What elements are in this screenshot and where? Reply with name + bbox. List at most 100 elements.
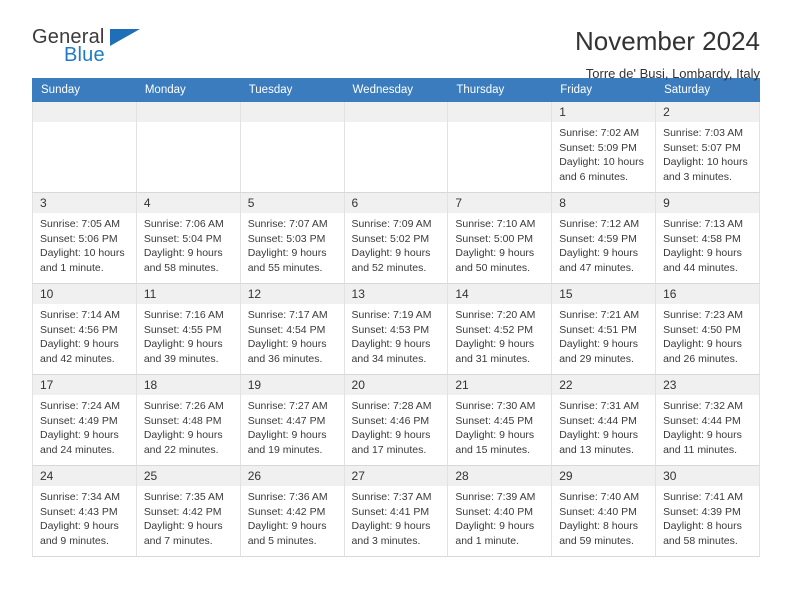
- calendar-day-cell[interactable]: 5 Sunrise: 7:07 AM Sunset: 5:03 PM Daylight…: [239, 192, 345, 284]
- sunset-text: Sunset: 5:04 PM: [143, 232, 222, 245]
- calendar-day-cell[interactable]: 21 Sunrise: 7:30 AM Sunset: 4:45 PM Dayligh…: [447, 374, 553, 466]
- calendar-day-cell[interactable]: 30 Sunrise: 7:41 AM Sunset: 4:39 PM Dayligh…: [655, 465, 760, 557]
- calendar-day-cell[interactable]: 3 Sunrise: 7:05 AM Sunset: 5:06 PM Daylight…: [32, 192, 137, 284]
- daylight-text: Daylight: 9 hours: [663, 429, 742, 441]
- day-details: Sunrise: 7:23 AM Sunset: 4:50 PM Daylight:…: [657, 304, 759, 366]
- sunset-text: Sunset: 4:40 PM: [559, 505, 637, 518]
- calendar-day-cell[interactable]: 13 Sunrise: 7:19 AM Sunset: 4:53 PM Dayligh…: [343, 283, 449, 375]
- sunrise-text: Sunrise: 7:13 AM: [663, 218, 744, 230]
- daylight-text: and 47 minutes.: [559, 261, 634, 274]
- calendar-day-cell[interactable]: 7 Sunrise: 7:10 AM Sunset: 5:00 PM Daylight…: [447, 192, 553, 284]
- daylight-text: Daylight: 8 hours: [663, 520, 742, 532]
- daylight-text: and 3 minutes.: [663, 170, 732, 183]
- day-number: 3: [33, 193, 136, 213]
- sunset-text: Sunset: 4:59 PM: [559, 232, 637, 245]
- calendar-day-cell[interactable]: 23 Sunrise: 7:32 AM Sunset: 4:44 PM Dayligh…: [655, 374, 760, 466]
- day-details: Sunrise: 7:20 AM Sunset: 4:52 PM Daylight:…: [449, 304, 551, 366]
- daylight-text: and 1 minute.: [455, 534, 520, 547]
- day-number: 10: [33, 284, 136, 304]
- calendar-day-cell[interactable]: 28 Sunrise: 7:39 AM Sunset: 4:40 PM Dayligh…: [447, 465, 553, 557]
- sunset-text: Sunset: 4:53 PM: [351, 323, 430, 336]
- calendar-day-cell[interactable]: 6 Sunrise: 7:09 AM Sunset: 5:02 PM Daylight…: [343, 192, 449, 284]
- calendar-day-cell[interactable]: 2 Sunrise: 7:03 AM Sunset: 5:07 PM Daylight…: [655, 101, 760, 193]
- day-number: 9: [656, 193, 759, 213]
- calendar-day-cell[interactable]: 14 Sunrise: 7:20 AM Sunset: 4:52 PM Dayligh…: [447, 283, 553, 375]
- daylight-text: and 6 minutes.: [559, 170, 629, 183]
- title-block: November 2024 Torre de' Busi, Lombardy, …: [575, 26, 760, 83]
- sunrise-text: Sunrise: 7:21 AM: [559, 309, 640, 321]
- daylight-text: Daylight: 9 hours: [455, 520, 535, 532]
- calendar-week-row: 3 Sunrise: 7:05 AM Sunset: 5:06 PM Daylight…: [32, 192, 760, 284]
- day-details: Sunrise: 7:36 AM Sunset: 4:42 PM Daylight:…: [241, 486, 343, 548]
- logo-text-blue: Blue: [64, 44, 105, 66]
- daylight-text: Daylight: 10 hours: [40, 247, 125, 259]
- daylight-text: and 58 minutes.: [663, 534, 738, 547]
- calendar-day-cell[interactable]: 4 Sunrise: 7:06 AM Sunset: 5:04 PM Daylight…: [135, 192, 241, 284]
- day-details: Sunrise: 7:32 AM Sunset: 4:44 PM Daylight:…: [657, 395, 759, 457]
- day-number: 24: [33, 466, 136, 486]
- sunset-text: Sunset: 4:40 PM: [455, 505, 534, 518]
- sunrise-text: Sunrise: 7:19 AM: [351, 309, 432, 321]
- sunset-text: Sunset: 4:44 PM: [663, 414, 741, 427]
- sunrise-text: Sunrise: 7:02 AM: [559, 127, 640, 139]
- weekday-header-monday: Monday: [135, 78, 241, 102]
- daylight-text: Daylight: 9 hours: [351, 520, 431, 532]
- calendar-day-cell[interactable]: 12 Sunrise: 7:17 AM Sunset: 4:54 PM Dayligh…: [239, 283, 345, 375]
- daylight-text: Daylight: 9 hours: [455, 429, 535, 441]
- daylight-text: Daylight: 9 hours: [455, 247, 535, 259]
- day-number: 6: [345, 193, 447, 213]
- day-details: Sunrise: 7:41 AM Sunset: 4:39 PM Daylight:…: [657, 486, 759, 548]
- day-number: 27: [345, 466, 447, 486]
- calendar-cell-empty: [343, 101, 449, 193]
- calendar-day-cell[interactable]: 29 Sunrise: 7:40 AM Sunset: 4:40 PM Dayligh…: [551, 465, 657, 557]
- daylight-text: and 39 minutes.: [143, 352, 219, 365]
- day-details: Sunrise: 7:06 AM Sunset: 5:04 PM Daylight:…: [137, 213, 239, 275]
- calendar-day-cell[interactable]: 8 Sunrise: 7:12 AM Sunset: 4:59 PM Daylight…: [551, 192, 657, 284]
- calendar-page: General Blue November 2024 Torre de' Bus…: [0, 0, 792, 612]
- sunset-text: Sunset: 4:55 PM: [143, 323, 222, 336]
- daylight-text: and 17 minutes.: [351, 443, 427, 456]
- daylight-text: Daylight: 9 hours: [351, 429, 431, 441]
- day-number: 13: [345, 284, 447, 304]
- sunset-text: Sunset: 4:41 PM: [351, 505, 430, 518]
- calendar-day-cell[interactable]: 20 Sunrise: 7:28 AM Sunset: 4:46 PM Dayligh…: [343, 374, 449, 466]
- sunset-text: Sunset: 4:54 PM: [247, 323, 326, 336]
- sunset-text: Sunset: 4:42 PM: [143, 505, 222, 518]
- daylight-text: and 50 minutes.: [455, 261, 531, 274]
- day-number: 19: [241, 375, 344, 395]
- daylight-text: and 13 minutes.: [559, 443, 634, 456]
- calendar-cell-empty: [135, 101, 241, 193]
- sunrise-text: Sunrise: 7:30 AM: [455, 400, 536, 412]
- calendar-day-cell[interactable]: 15 Sunrise: 7:21 AM Sunset: 4:51 PM Dayligh…: [551, 283, 657, 375]
- day-details: Sunrise: 7:05 AM Sunset: 5:06 PM Daylight:…: [33, 213, 135, 275]
- daylight-text: and 15 minutes.: [455, 443, 531, 456]
- calendar-day-cell[interactable]: 25 Sunrise: 7:35 AM Sunset: 4:42 PM Dayligh…: [135, 465, 241, 557]
- sunrise-text: Sunrise: 7:26 AM: [143, 400, 224, 412]
- sunrise-text: Sunrise: 7:10 AM: [455, 218, 536, 230]
- calendar-day-cell[interactable]: 26 Sunrise: 7:36 AM Sunset: 4:42 PM Dayligh…: [239, 465, 345, 557]
- calendar-day-cell[interactable]: 27 Sunrise: 7:37 AM Sunset: 4:41 PM Dayligh…: [343, 465, 449, 557]
- day-details: Sunrise: 7:28 AM Sunset: 4:46 PM Daylight:…: [345, 395, 447, 457]
- daylight-text: Daylight: 9 hours: [40, 338, 119, 350]
- day-details: Sunrise: 7:09 AM Sunset: 5:02 PM Daylight:…: [345, 213, 447, 275]
- calendar-day-cell[interactable]: 9 Sunrise: 7:13 AM Sunset: 4:58 PM Daylight…: [655, 192, 760, 284]
- calendar-day-cell[interactable]: 11 Sunrise: 7:16 AM Sunset: 4:55 PM Dayligh…: [135, 283, 241, 375]
- day-details: Sunrise: 7:27 AM Sunset: 4:47 PM Daylight:…: [241, 395, 343, 457]
- calendar-week-row: 24 Sunrise: 7:34 AM Sunset: 4:43 PM Dayligh…: [32, 465, 760, 557]
- calendar-day-cell[interactable]: 19 Sunrise: 7:27 AM Sunset: 4:47 PM Dayligh…: [239, 374, 345, 466]
- calendar-day-cell[interactable]: 18 Sunrise: 7:26 AM Sunset: 4:48 PM Dayligh…: [135, 374, 241, 466]
- calendar-day-cell[interactable]: 22 Sunrise: 7:31 AM Sunset: 4:44 PM Dayligh…: [551, 374, 657, 466]
- daylight-text: Daylight: 9 hours: [559, 338, 639, 350]
- calendar-day-cell[interactable]: 24 Sunrise: 7:34 AM Sunset: 4:43 PM Dayligh…: [32, 465, 137, 557]
- day-number: 16: [656, 284, 759, 304]
- calendar-day-cell[interactable]: 1 Sunrise: 7:02 AM Sunset: 5:09 PM Daylight…: [551, 101, 657, 193]
- general-blue-logo[interactable]: General Blue: [32, 26, 144, 72]
- calendar-day-cell[interactable]: 17 Sunrise: 7:24 AM Sunset: 4:49 PM Dayligh…: [32, 374, 137, 466]
- calendar-day-cell[interactable]: 16 Sunrise: 7:23 AM Sunset: 4:50 PM Dayligh…: [655, 283, 760, 375]
- weekday-header-tuesday: Tuesday: [239, 78, 345, 102]
- sunset-text: Sunset: 4:43 PM: [40, 505, 118, 518]
- daylight-text: Daylight: 9 hours: [663, 247, 742, 259]
- sunset-text: Sunset: 4:42 PM: [247, 505, 326, 518]
- daylight-text: Daylight: 9 hours: [247, 429, 327, 441]
- calendar-day-cell[interactable]: 10 Sunrise: 7:14 AM Sunset: 4:56 PM Dayligh…: [32, 283, 137, 375]
